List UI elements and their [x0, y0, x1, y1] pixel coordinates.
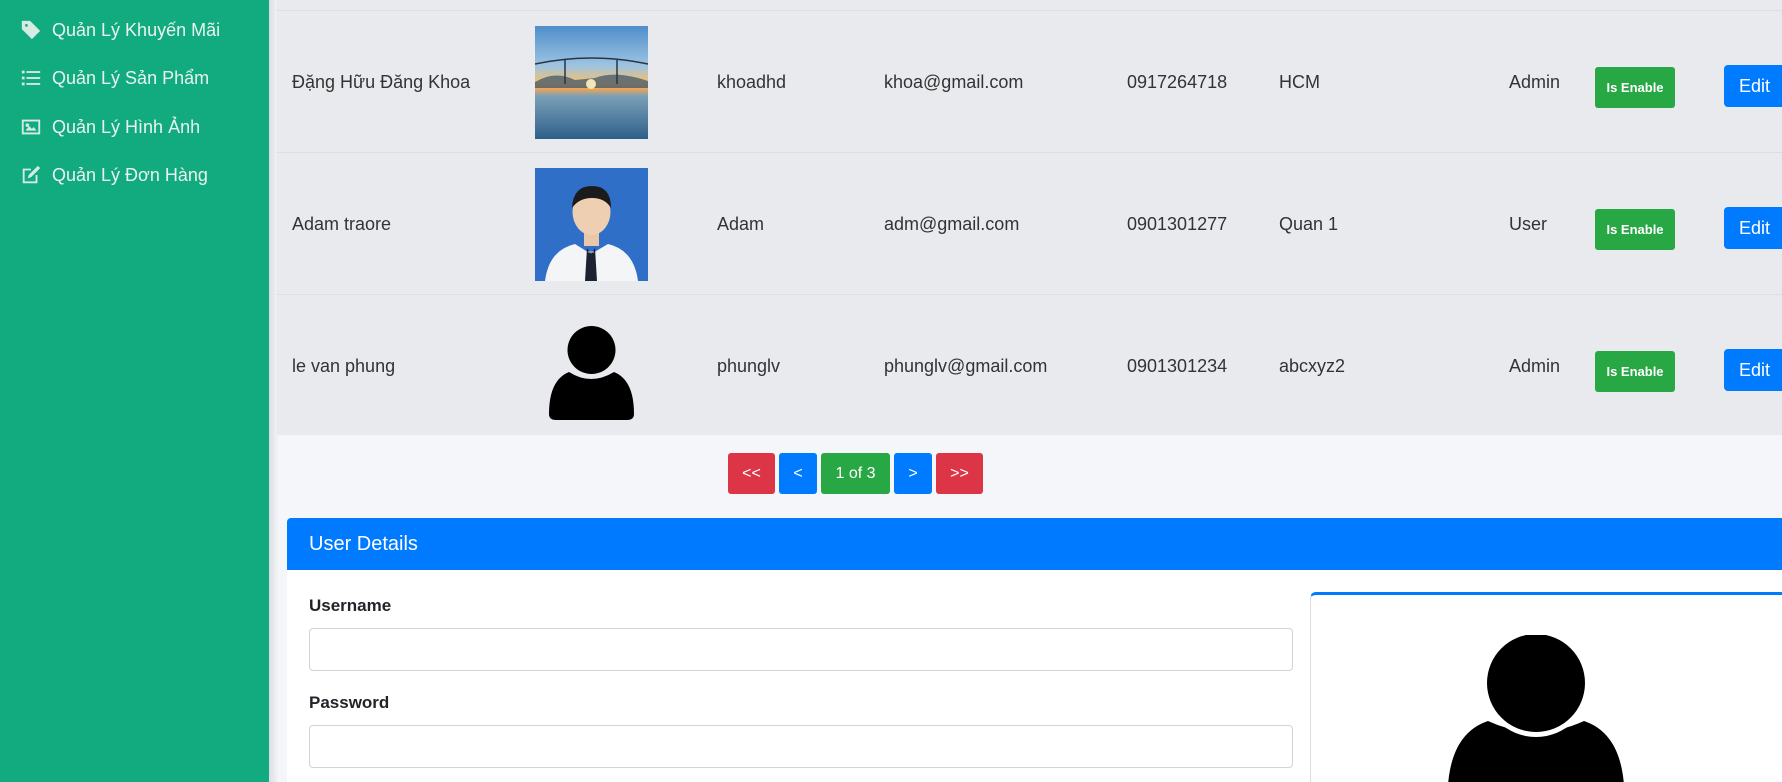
cell-email: adm@gmail.com	[884, 214, 1020, 234]
cell-role: Admin	[1509, 72, 1561, 92]
avatar-preview	[1310, 592, 1782, 782]
table-row[interactable]: Đặng Hữu Đăng Khoa khoadhd khoa@gmail.co…	[277, 10, 1782, 152]
sidebar-item-orders[interactable]: Quản Lý Đơn Hàng	[20, 161, 208, 189]
tag-icon	[20, 19, 42, 41]
prev-page-button[interactable]: <	[779, 453, 817, 494]
sidebar-item-promotions[interactable]: Quản Lý Khuyến Mãi	[20, 16, 220, 44]
sidebar-item-label: Quản Lý Hình Ảnh	[52, 116, 201, 137]
last-page-button[interactable]: >>	[936, 453, 983, 494]
cell-username: Adam	[717, 214, 765, 234]
list-icon	[20, 67, 42, 89]
sidebar-item-label: Quản Lý Khuyến Mãi	[52, 19, 221, 40]
password-input[interactable]	[309, 725, 1293, 768]
status-button[interactable]: Is Enable	[1595, 67, 1675, 108]
cell-phone: 0901301277	[1127, 214, 1228, 234]
edit-icon	[20, 164, 42, 186]
cell-phone: 0901301234	[1127, 356, 1228, 376]
cell-username: phunglv	[717, 356, 781, 376]
status-button[interactable]: Is Enable	[1595, 351, 1675, 392]
cell-role: Admin	[1509, 356, 1561, 376]
username-label: Username	[309, 596, 392, 615]
status-button[interactable]: Is Enable	[1595, 209, 1675, 250]
cell-name: Đặng Hữu Đăng Khoa	[292, 72, 471, 92]
password-label: Password	[309, 693, 390, 712]
cell-email: phunglv@gmail.com	[884, 356, 1048, 376]
table-row[interactable]: Adam traore Adam adm@gmail.com 090130127…	[277, 152, 1782, 294]
sidebar-item-images[interactable]: Quản Lý Hình Ảnh	[20, 113, 200, 141]
cell-email: khoa@gmail.com	[884, 72, 1024, 92]
card-title: User Details	[287, 518, 1782, 570]
users-table: Đặng Hữu Đăng Khoa khoadhd khoa@gmail.co…	[277, 0, 1782, 435]
user-photo	[535, 168, 648, 281]
first-page-button[interactable]: <<	[728, 453, 775, 494]
edit-button[interactable]: Edit	[1724, 207, 1782, 249]
cell-name: le van phung	[292, 356, 396, 376]
cell-role: User	[1509, 214, 1548, 234]
cell-address: Quan 1	[1279, 214, 1339, 234]
page-indicator: 1 of 3	[821, 453, 890, 494]
edit-button[interactable]: Edit	[1724, 65, 1782, 107]
image-icon	[20, 116, 42, 138]
edit-button[interactable]: Edit	[1724, 349, 1782, 391]
cell-name: Adam traore	[292, 214, 392, 234]
username-input[interactable]	[309, 628, 1293, 671]
user-photo	[535, 26, 648, 139]
table-row[interactable]: le van phung phunglv phunglv@gmail.com 0…	[277, 294, 1782, 436]
sidebar: Quản Lý Khuyến Mãi Quản Lý Sản Phẩm Quản…	[0, 0, 269, 782]
cell-phone: 0917264718	[1127, 72, 1228, 92]
default-avatar-icon	[535, 310, 648, 423]
cell-address: abcxyz2	[1279, 356, 1346, 376]
sidebar-item-label: Quản Lý Sản Phẩm	[52, 67, 210, 88]
default-avatar-icon	[1448, 635, 1624, 782]
sidebar-item-products[interactable]: Quản Lý Sản Phẩm	[20, 64, 209, 92]
sidebar-item-label: Quản Lý Đơn Hàng	[52, 164, 208, 185]
cell-address: HCM	[1279, 72, 1320, 92]
cell-username: khoadhd	[717, 72, 787, 92]
next-page-button[interactable]: >	[894, 453, 932, 494]
